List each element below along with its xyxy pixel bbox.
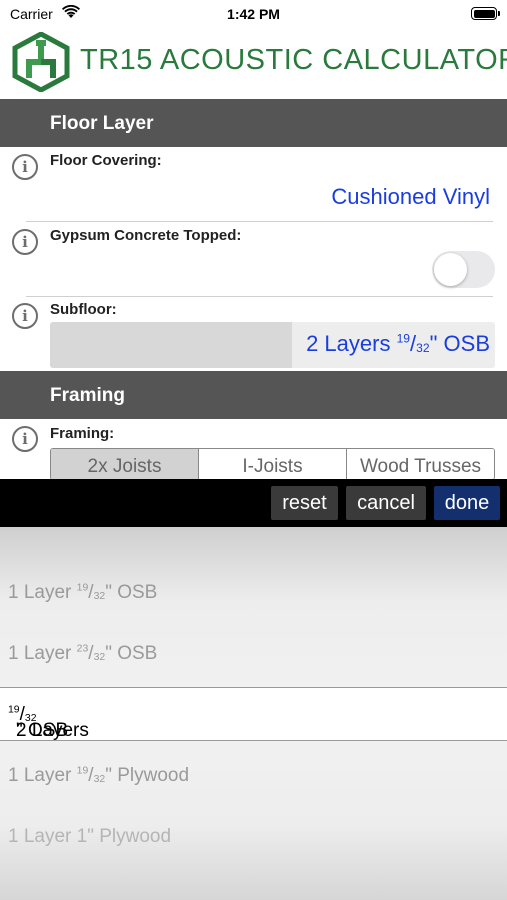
picker-selected-option[interactable]: 2 Layers 19/32 " OSB bbox=[0, 687, 507, 741]
picker-option[interactable]: 1 Layer 19/32" OSB bbox=[8, 582, 157, 604]
picker-option[interactable]: 1 Layer 23/32" OSB bbox=[8, 643, 157, 665]
segment-wood-trusses[interactable]: Wood Trusses bbox=[347, 449, 494, 479]
floor-covering-label: Floor Covering: bbox=[50, 152, 162, 169]
floor-covering-value[interactable]: Cushioned Vinyl bbox=[331, 184, 490, 210]
app-logo-icon bbox=[12, 32, 70, 92]
section-title: Framing bbox=[50, 385, 125, 406]
picker-toolbar: reset cancel done bbox=[0, 479, 507, 527]
cancel-button[interactable]: cancel bbox=[346, 486, 426, 520]
framing-label: Framing: bbox=[50, 425, 115, 442]
status-bar: Carrier 1:42 PM bbox=[0, 0, 507, 28]
segment-2x-joists[interactable]: 2x Joists bbox=[51, 449, 199, 479]
reset-button[interactable]: reset bbox=[271, 486, 338, 520]
section-title: Floor Layer bbox=[50, 113, 154, 134]
picker-option[interactable]: 1 Layer 19/32" Plywood bbox=[8, 765, 189, 787]
row-separator bbox=[26, 296, 493, 297]
framing-segmented-control: 2x Joists I-Joists Wood Trusses bbox=[50, 448, 495, 480]
info-icon[interactable]: i bbox=[12, 303, 38, 329]
segment-i-joists[interactable]: I-Joists bbox=[199, 449, 347, 479]
app-header: TR15 ACOUSTIC CALCULATOR bbox=[0, 28, 507, 98]
row-separator bbox=[26, 221, 493, 222]
info-icon[interactable]: i bbox=[12, 154, 38, 180]
subfloor-label: Subfloor: bbox=[50, 301, 117, 318]
subfloor-field[interactable]: 2 Layers 19/32" OSB bbox=[50, 322, 495, 368]
subfloor-picker[interactable]: 1 Layer 19/32" OSB 1 Layer 23/32" OSB 2 … bbox=[0, 527, 507, 900]
app-title: TR15 ACOUSTIC CALCULATOR bbox=[80, 44, 507, 76]
gypsum-concrete-label: Gypsum Concrete Topped: bbox=[50, 227, 242, 244]
gypsum-concrete-toggle[interactable] bbox=[432, 251, 495, 288]
done-button[interactable]: done bbox=[434, 486, 500, 520]
battery-icon bbox=[471, 7, 500, 20]
section-header-floor-layer: Floor Layer bbox=[0, 99, 507, 147]
info-icon[interactable]: i bbox=[12, 426, 38, 452]
clock: 1:42 PM bbox=[227, 6, 280, 22]
subfloor-value: 2 Layers 19/32" OSB bbox=[306, 331, 490, 356]
info-icon[interactable]: i bbox=[12, 229, 38, 255]
section-header-framing: Framing bbox=[0, 371, 507, 419]
picker-option[interactable]: 1 Layer 1" Plywood bbox=[8, 826, 171, 848]
